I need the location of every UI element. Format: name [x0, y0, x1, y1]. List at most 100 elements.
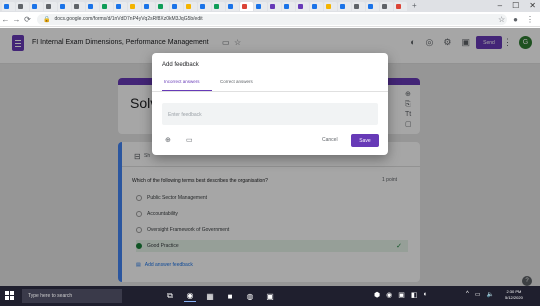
url-text: docs.google.com/forms/d/1nVdD7nP4yVq2sRf…: [54, 16, 203, 22]
browser-tab[interactable]: [44, 1, 57, 11]
browser-tab[interactable]: [114, 1, 127, 11]
dialog-title: Add feedback: [162, 62, 199, 68]
browser-tab[interactable]: [30, 1, 43, 11]
tab-favicon-icon: [214, 3, 219, 9]
browser-tab[interactable]: [16, 1, 29, 11]
reload-icon[interactable]: ⟳: [22, 15, 33, 24]
tab-favicon-icon: [312, 3, 317, 9]
tab-favicon-icon: [228, 3, 233, 9]
browser-tab[interactable]: [366, 1, 379, 11]
browser-tab[interactable]: [100, 1, 113, 11]
store-icon[interactable]: ■: [224, 290, 236, 302]
new-tab-button[interactable]: +: [412, 1, 417, 11]
tab-favicon-icon: [158, 3, 163, 9]
browser-tab[interactable]: [170, 1, 183, 11]
lock-icon: 🔒: [43, 16, 51, 23]
browser-tab[interactable]: [324, 1, 337, 11]
divider: [152, 91, 388, 92]
browser-tab[interactable]: [338, 1, 351, 11]
tab-favicon-icon: [74, 3, 79, 9]
close-icon[interactable]: ✕: [529, 1, 536, 11]
tab-correct-answers[interactable]: Correct answers: [220, 79, 253, 84]
media-icon[interactable]: ◍: [244, 290, 256, 302]
forward-icon[interactable]: →: [11, 15, 22, 24]
system-clock[interactable]: 2:30 PM 5/12/2020: [505, 289, 523, 301]
taskbar-search-input[interactable]: Type here to search: [22, 289, 122, 303]
browser-tab[interactable]: [296, 1, 309, 11]
browser-tab[interactable]: [128, 1, 141, 11]
browser-tab[interactable]: [226, 1, 239, 11]
chrome-icon[interactable]: ◉: [184, 290, 196, 302]
search-placeholder: Type here to search: [28, 293, 73, 299]
cancel-button[interactable]: Cancel: [322, 137, 338, 143]
clock-date: 5/12/2020: [505, 295, 523, 300]
url-field[interactable]: 🔒 docs.google.com/forms/d/1nVdD7nP4yVq2s…: [37, 13, 507, 25]
tray-app-icon[interactable]: ▣: [398, 291, 405, 299]
profile-icon[interactable]: ●: [513, 15, 518, 24]
tab-favicon-icon: [116, 3, 121, 9]
app-icon[interactable]: ▣: [264, 290, 276, 302]
tab-favicon-icon: [270, 3, 275, 9]
tab-favicon-icon: [130, 3, 135, 9]
tab-favicon-icon: [88, 3, 93, 9]
bookmark-star-icon[interactable]: ☆: [498, 15, 505, 24]
tab-favicon-icon: [32, 3, 37, 9]
browser-tab[interactable]: [2, 1, 15, 11]
link-icon[interactable]: ⊕: [165, 136, 171, 144]
tab-favicon-icon: [396, 3, 401, 9]
tab-favicon-icon: [144, 3, 149, 9]
browser-tab[interactable]: [254, 1, 267, 11]
volume-icon[interactable]: 🔈: [487, 291, 494, 298]
tray-app-icon[interactable]: ◧: [411, 291, 418, 299]
minimize-icon[interactable]: –: [498, 1, 502, 11]
tray-app-icon[interactable]: ◐: [423, 291, 427, 299]
tray-app-icon[interactable]: ◉: [386, 291, 392, 299]
browser-tab[interactable]: [212, 1, 225, 11]
browser-tab[interactable]: [380, 1, 393, 11]
back-icon[interactable]: ←: [0, 15, 11, 24]
taskbar: Type here to search ⧉ ◉ ▦ ■ ◍ ▣ ⬢ ◉ ▣ ◧ …: [0, 286, 540, 306]
browser-menu-icon[interactable]: ⋮: [526, 15, 534, 24]
save-button[interactable]: Save: [351, 134, 379, 147]
browser-tab[interactable]: [198, 1, 211, 11]
tab-favicon-icon: [172, 3, 177, 9]
add-feedback-dialog: Add feedback Incorrect answers Correct a…: [152, 53, 388, 155]
browser-tab[interactable]: [352, 1, 365, 11]
tab-favicon-icon: [46, 3, 51, 9]
feedback-input[interactable]: [162, 104, 378, 126]
tab-favicon-icon: [18, 3, 23, 9]
browser-tab[interactable]: [240, 1, 253, 11]
browser-tab[interactable]: [156, 1, 169, 11]
address-bar: ← → ⟳ 🔒 docs.google.com/forms/d/1nVdD7nP…: [0, 12, 540, 27]
tab-favicon-icon: [256, 3, 261, 9]
tab-favicon-icon: [340, 3, 345, 9]
browser-tab[interactable]: [86, 1, 99, 11]
tab-favicon-icon: [200, 3, 205, 9]
tab-favicon-icon: [60, 3, 65, 9]
tab-favicon-icon: [354, 3, 359, 9]
browser-tab[interactable]: [310, 1, 323, 11]
show-hidden-icons[interactable]: ^: [466, 291, 469, 298]
tray-app-icon[interactable]: ⬢: [374, 291, 380, 299]
maximize-icon[interactable]: ☐: [512, 1, 519, 11]
browser-tab[interactable]: [268, 1, 281, 11]
tab-favicon-icon: [326, 3, 331, 9]
file-explorer-icon[interactable]: ▦: [204, 290, 216, 302]
tab-favicon-icon: [382, 3, 387, 9]
browser-tab[interactable]: [184, 1, 197, 11]
windows-start-icon[interactable]: [5, 291, 15, 301]
tab-favicon-icon: [368, 3, 373, 9]
browser-tab[interactable]: [58, 1, 71, 11]
feedback-field-container: [162, 103, 378, 126]
browser-tab[interactable]: [394, 1, 407, 11]
tab-favicon-icon: [186, 3, 191, 9]
video-icon[interactable]: ▭: [186, 136, 193, 144]
browser-tab[interactable]: [142, 1, 155, 11]
browser-tab[interactable]: [72, 1, 85, 11]
tab-favicon-icon: [102, 3, 107, 9]
task-view-icon[interactable]: ⧉: [164, 290, 176, 302]
tab-favicon-icon: [284, 3, 289, 9]
network-icon[interactable]: ▭: [475, 291, 481, 298]
tab-incorrect-answers[interactable]: Incorrect answers: [164, 79, 200, 84]
browser-tab[interactable]: [282, 1, 295, 11]
